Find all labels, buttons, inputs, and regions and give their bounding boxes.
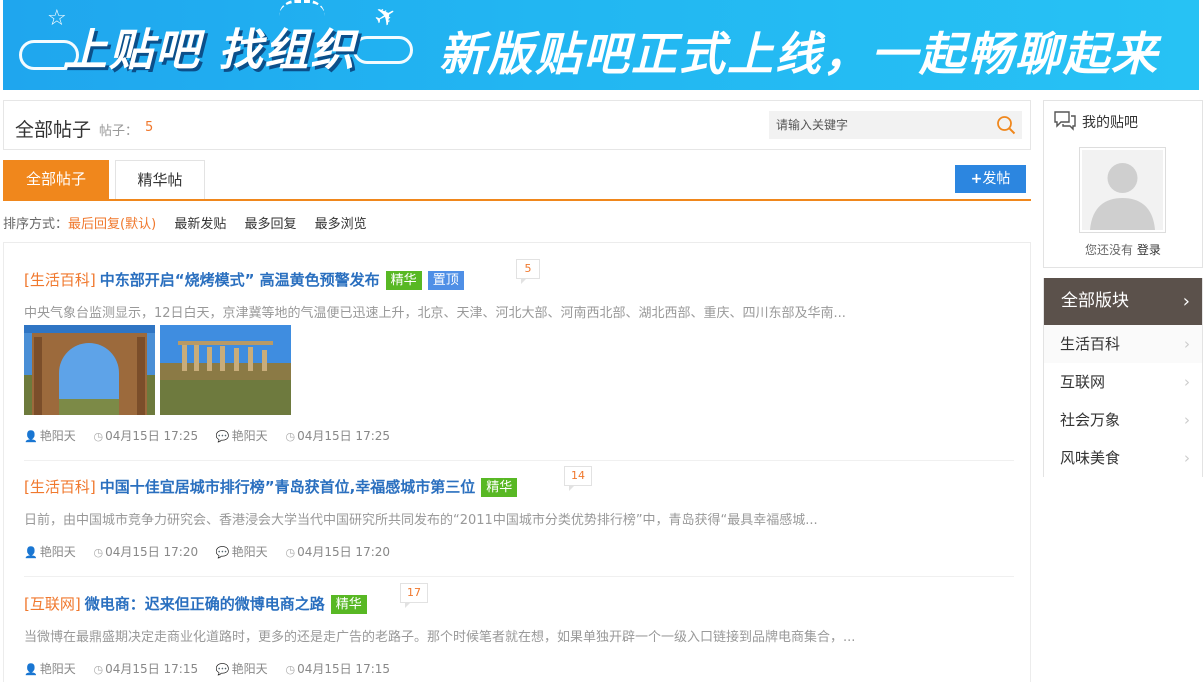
board-item-life[interactable]: 生活百科 › xyxy=(1044,325,1202,363)
clock-icon: ◷ xyxy=(285,663,296,676)
post-author[interactable]: 艳阳天 xyxy=(40,427,76,444)
chevron-right-icon: › xyxy=(1182,291,1190,312)
sort-bar: 排序方式：最后回复(默认) 最新发贴 最多回复 最多浏览 xyxy=(3,213,381,232)
post-title[interactable]: 中东部开启“烧烤模式” 高温黄色预警发布 xyxy=(100,271,380,289)
post-author[interactable]: 艳阳天 xyxy=(40,543,76,560)
pinned-badge: 置顶 xyxy=(427,271,464,290)
post-time: 04月15日 17:25 xyxy=(105,429,199,443)
user-icon: 👤 xyxy=(24,430,38,443)
post-title[interactable]: 中国十佳宜居城市排行榜”青岛获首位,幸福感城市第三位 xyxy=(100,478,476,496)
clock-icon: ◷ xyxy=(285,430,296,443)
divider xyxy=(24,576,1014,577)
chat-bubble-icon xyxy=(1054,111,1076,131)
board-item-food[interactable]: 风味美食 › xyxy=(1044,439,1202,477)
post-category[interactable]: [生活百科] xyxy=(24,478,96,496)
featured-badge: 精华 xyxy=(385,271,422,290)
post-title[interactable]: 微电商：迟来但正确的微博电商之路 xyxy=(85,595,325,613)
comment-icon: 💬 xyxy=(215,663,230,676)
page-title: 全部帖子 xyxy=(15,119,92,141)
paper-plane-icon: ✈ xyxy=(368,0,403,36)
clock-icon: ◷ xyxy=(93,663,104,676)
my-tieba-panel: 我的贴吧 您还没有 登录 xyxy=(1043,100,1203,268)
post-count: 5 xyxy=(145,120,154,135)
post-title-line: [生活百科] 中东部开启“烧烤模式” 高温黄色预警发布 精华 置顶 xyxy=(24,269,464,291)
chevron-right-icon: › xyxy=(1184,449,1190,467)
tab-featured-posts[interactable]: 精华帖 xyxy=(115,160,205,199)
last-replier[interactable]: 艳阳天 xyxy=(232,543,268,560)
post-meta: 👤 艳阳天 ◷ 04月15日 17:25 💬 艳阳天 ◷ 04月15日 17:25 xyxy=(24,427,390,444)
last-reply-time: 04月15日 17:20 xyxy=(297,545,391,559)
tab-all-posts[interactable]: 全部帖子 xyxy=(3,160,109,199)
last-reply-time: 04月15日 17:25 xyxy=(297,429,391,443)
post-title-line: [互联网] 微电商：迟来但正确的微博电商之路 精华 xyxy=(24,593,367,615)
board-item-label: 生活百科 xyxy=(1060,335,1121,353)
avatar[interactable] xyxy=(1079,147,1166,233)
reply-count-bubble: 14 xyxy=(564,466,592,491)
post-meta: 👤 艳阳天 ◷ 04月15日 17:20 💬 艳阳天 ◷ 04月15日 17:20 xyxy=(24,543,390,560)
default-avatar-icon xyxy=(1082,150,1163,230)
post-tabs: 全部帖子 精华帖 xyxy=(3,160,1031,201)
reply-count-bubble: 5 xyxy=(516,259,540,284)
post-count-label: 帖子： xyxy=(99,124,139,139)
login-link[interactable]: 登录 xyxy=(1137,243,1161,257)
post-category[interactable]: [互联网] xyxy=(24,595,81,613)
post-image-arch[interactable] xyxy=(24,325,155,415)
post-meta: 👤 艳阳天 ◷ 04月15日 17:15 💬 艳阳天 ◷ 04月15日 17:15 xyxy=(24,660,390,677)
new-post-button[interactable]: +发帖 xyxy=(955,165,1026,193)
post-summary: 当微博在最鼎盛期决定走商业化道路时，更多的还是走广告的老路子。那个时候笔者就在想… xyxy=(24,630,856,645)
chevron-right-icon: › xyxy=(1184,335,1190,353)
banner-slogan-left: 上贴吧 找组织 xyxy=(63,25,357,76)
sort-option-most-replies[interactable]: 最多回复 xyxy=(244,217,296,232)
reply-count-bubble: 17 xyxy=(400,583,428,608)
chevron-right-icon: › xyxy=(1184,373,1190,391)
post-time: 04月15日 17:15 xyxy=(105,662,199,676)
board-list: 全部版块 › 生活百科 › 互联网 › 社会万象 › 风味美食 › xyxy=(1043,278,1203,477)
board-item-society[interactable]: 社会万象 › xyxy=(1044,401,1202,439)
clock-icon: ◷ xyxy=(93,546,104,559)
sort-option-last-reply[interactable]: 最后回复(默认) xyxy=(68,217,156,232)
board-item-label: 社会万象 xyxy=(1060,411,1121,429)
login-hint: 您还没有 登录 xyxy=(1085,241,1161,258)
cloud-decoration xyxy=(353,36,413,64)
search-input[interactable] xyxy=(769,111,984,139)
featured-badge: 精华 xyxy=(330,595,367,614)
divider xyxy=(24,460,1014,461)
last-replier[interactable]: 艳阳天 xyxy=(232,427,268,444)
user-icon: 👤 xyxy=(24,663,38,676)
post-image-ruins[interactable] xyxy=(160,325,291,415)
board-item-label: 互联网 xyxy=(1060,373,1106,391)
comment-icon: 💬 xyxy=(215,430,230,443)
user-icon: 👤 xyxy=(24,546,38,559)
post-list: [生活百科] 中东部开启“烧烤模式” 高温黄色预警发布 精华 置顶 5 中央气象台监测… xyxy=(3,242,1031,682)
all-boards-title: 全部版块 xyxy=(1061,291,1129,311)
search-icon[interactable] xyxy=(996,115,1016,135)
board-item-internet[interactable]: 互联网 › xyxy=(1044,363,1202,401)
my-tieba-title: 我的贴吧 xyxy=(1082,115,1138,131)
sort-label: 排序方式： xyxy=(3,217,69,232)
comment-icon: 💬 xyxy=(215,546,230,559)
clock-icon: ◷ xyxy=(93,430,104,443)
post-time: 04月15日 17:20 xyxy=(105,545,199,559)
search-box xyxy=(769,111,1022,139)
post-summary: 日前，由中国城市竞争力研究会、香港浸会大学当代中国研究所共同发布的“2011中国… xyxy=(24,513,818,528)
chevron-right-icon: › xyxy=(1184,411,1190,429)
post-category[interactable]: [生活百科] xyxy=(24,271,96,289)
banner-slogan-right: 新版贴吧正式上线，一起畅聊起来 xyxy=(439,27,1159,81)
posts-header: 全部帖子 帖子： 5 xyxy=(3,100,1031,150)
board-item-label: 风味美食 xyxy=(1060,449,1121,467)
last-replier[interactable]: 艳阳天 xyxy=(232,660,268,677)
last-reply-time: 04月15日 17:15 xyxy=(297,662,391,676)
sort-option-newest[interactable]: 最新发贴 xyxy=(174,217,226,232)
featured-badge: 精华 xyxy=(481,478,518,497)
clock-icon: ◷ xyxy=(285,546,296,559)
login-hint-text: 您还没有 xyxy=(1085,243,1134,257)
post-title-line: [生活百科] 中国十佳宜居城市排行榜”青岛获首位,幸福感城市第三位 精华 xyxy=(24,476,518,498)
post-author[interactable]: 艳阳天 xyxy=(40,660,76,677)
plus-icon: + xyxy=(970,171,983,187)
all-boards-header[interactable]: 全部版块 › xyxy=(1044,278,1202,325)
top-banner[interactable]: ☆ ✈ 上贴吧 找组织 新版贴吧正式上线，一起畅聊起来 xyxy=(3,0,1199,90)
sort-option-most-views[interactable]: 最多浏览 xyxy=(315,217,367,232)
new-post-label: 发帖 xyxy=(982,171,1011,187)
post-summary: 中央气象台监测显示，12日白天，京津冀等地的气温便已迅速上升，北京、天津、河北大… xyxy=(24,306,846,321)
